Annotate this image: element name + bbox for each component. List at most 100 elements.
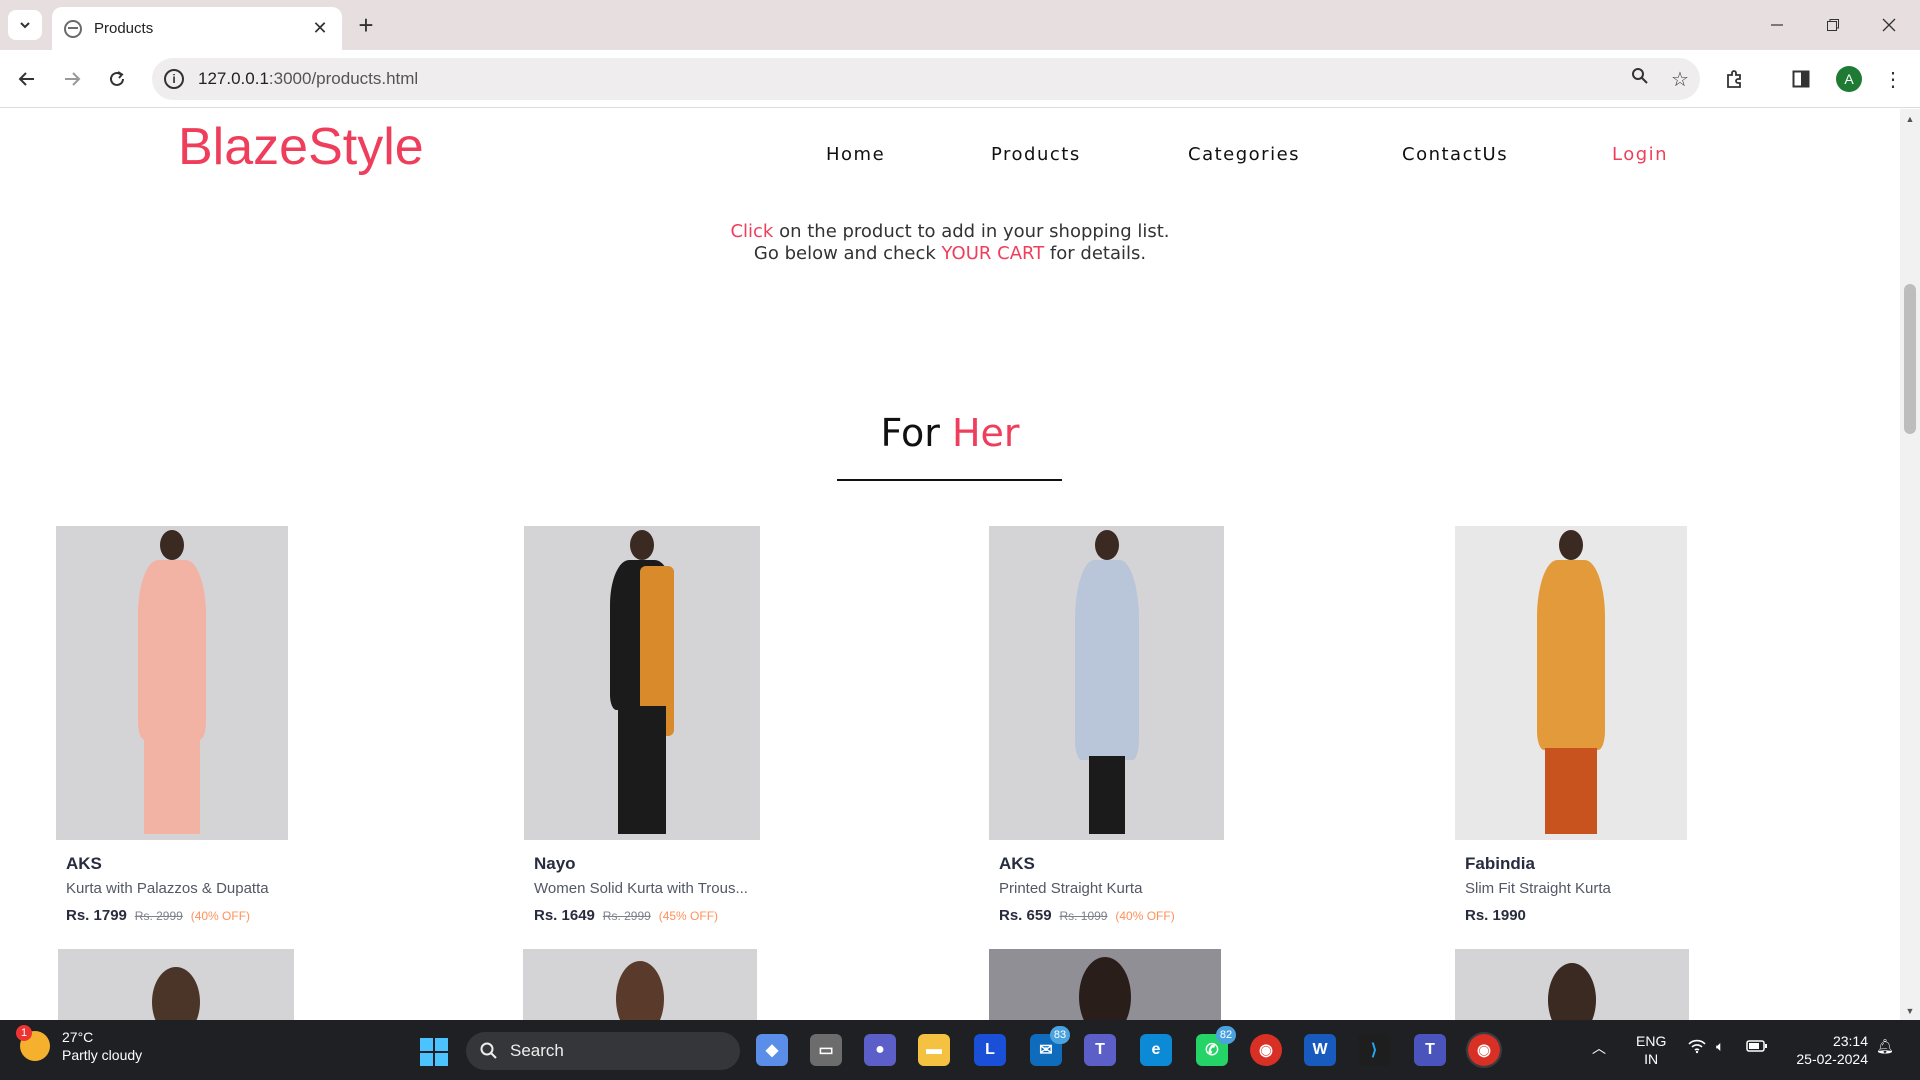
language-indicator[interactable]: ENG IN — [1636, 1032, 1666, 1068]
shopping-instructions: Click on the product to add in your shop… — [0, 221, 1900, 265]
launcher-l-icon[interactable]: L — [974, 1034, 1006, 1066]
language-line-2: IN — [1644, 1051, 1659, 1067]
nav-categories-link[interactable]: Categories — [1188, 144, 1300, 165]
new-tab-button[interactable]: + — [352, 12, 380, 40]
restore-button[interactable] — [1810, 10, 1856, 40]
teams-icon[interactable]: T — [1084, 1034, 1116, 1066]
address-bar[interactable]: i 127.0.0.1:3000/products.html ☆ — [152, 58, 1700, 100]
product-image[interactable] — [56, 526, 288, 840]
nav-home-link[interactable]: Home — [826, 144, 885, 165]
product-card-3[interactable]: AKS Printed Straight Kurta Rs. 659 Rs. 1… — [989, 526, 1224, 924]
scrollbar-thumb[interactable] — [1904, 284, 1916, 434]
clock-date: 25-02-2024 — [1796, 1051, 1868, 1067]
teams-chat-icon[interactable]: ● — [864, 1034, 896, 1066]
back-button[interactable] — [10, 62, 44, 96]
taskbar-search[interactable]: Search — [466, 1032, 740, 1070]
close-window-button[interactable] — [1866, 10, 1912, 40]
clock-time: 23:14 — [1832, 1033, 1868, 1049]
product-image[interactable] — [1455, 949, 1689, 1021]
tab-title: Products — [94, 20, 154, 37]
clock[interactable]: 23:14 25-02-2024 — [1788, 1032, 1868, 1068]
weather-badge: 1 — [16, 1025, 32, 1041]
reload-button[interactable] — [100, 62, 134, 96]
scroll-up-arrow-icon[interactable]: ▲ — [1900, 109, 1920, 129]
site-info-icon[interactable]: i — [164, 69, 184, 89]
minimize-icon — [1771, 24, 1783, 26]
product-image[interactable] — [523, 949, 757, 1021]
file-explorer-icon[interactable]: ▬ — [918, 1034, 950, 1066]
product-card-7[interactable] — [989, 949, 1221, 1021]
product-image[interactable] — [1455, 526, 1687, 840]
browser-tab-products[interactable]: Products ✕ — [52, 7, 342, 50]
product-brand: Nayo — [534, 854, 576, 873]
word-icon[interactable]: W — [1304, 1034, 1336, 1066]
bookmark-star-icon[interactable]: ☆ — [1660, 67, 1700, 92]
edge-icon[interactable]: e — [1140, 1034, 1172, 1066]
model-figure — [602, 526, 682, 840]
profile-button[interactable]: A — [1832, 62, 1866, 96]
battery-icon[interactable] — [1746, 1039, 1768, 1056]
weather-temperature: 27°C — [62, 1029, 94, 1045]
instruction-line-2-end: for details. — [1044, 243, 1147, 264]
scroll-down-arrow-icon[interactable]: ▼ — [1900, 1001, 1920, 1021]
main-navigation: Home Products Categories ContactUs Login — [0, 144, 1900, 174]
product-mrp: Rs. 1099 — [1059, 909, 1108, 923]
product-image[interactable] — [524, 526, 760, 840]
mail-badge: 83 — [1050, 1026, 1070, 1044]
side-panel-icon[interactable] — [1784, 62, 1818, 96]
your-cart-highlight: YOUR CART — [941, 243, 1045, 264]
product-card-4[interactable]: Fabindia Slim Fit Straight Kurta Rs. 199… — [1455, 526, 1687, 924]
product-card-5[interactable] — [58, 949, 294, 1021]
reload-icon — [110, 71, 124, 86]
product-card-8[interactable] — [1455, 949, 1689, 1021]
close-tab-icon[interactable]: ✕ — [310, 18, 330, 39]
forward-button[interactable] — [55, 62, 89, 96]
nav-login-link[interactable]: Login — [1612, 144, 1668, 165]
extensions-icon[interactable] — [1718, 62, 1752, 96]
weather-description: Partly cloudy — [62, 1047, 143, 1063]
chrome-active-icon[interactable]: ◉ — [1466, 1032, 1502, 1068]
whatsapp-icon[interactable]: ✆ 82 — [1196, 1026, 1236, 1066]
teams-new-icon[interactable]: T — [1414, 1034, 1446, 1066]
product-image[interactable] — [58, 949, 294, 1021]
product-price: Rs. 1649 — [534, 907, 595, 924]
nav-contactus-link[interactable]: ContactUs — [1402, 144, 1508, 165]
arrow-left-icon — [18, 72, 34, 86]
more-menu-icon[interactable]: ⋮ — [1876, 62, 1910, 96]
model-figure — [132, 526, 212, 840]
section-title-main: For — [880, 411, 952, 455]
page-scrollbar[interactable]: ▲ ▼ — [1900, 109, 1920, 1021]
product-brand: Fabindia — [1465, 854, 1535, 873]
weather-widget[interactable]: 1 27°C Partly cloudy — [16, 1025, 143, 1064]
url-host: 127.0.0.1 — [198, 69, 269, 88]
task-view-icon[interactable]: ▭ — [810, 1034, 842, 1066]
product-brand: AKS — [66, 854, 102, 873]
windows-taskbar: 1 27°C Partly cloudy Search ◆ ▭ ● ▬ L ✉ … — [0, 1020, 1920, 1080]
product-description: Slim Fit Straight Kurta — [1465, 880, 1611, 897]
product-card-1[interactable]: AKS Kurta with Palazzos & Dupatta Rs. 17… — [56, 526, 288, 924]
product-card-6[interactable] — [523, 949, 757, 1021]
nav-products-link[interactable]: Products — [991, 144, 1081, 165]
vscode-icon[interactable]: ⟩ — [1358, 1034, 1390, 1066]
product-image[interactable] — [989, 949, 1221, 1021]
show-hidden-icons-icon[interactable]: ︿ — [1592, 1038, 1606, 1058]
product-description: Women Solid Kurta with Trous... — [534, 880, 748, 897]
url-text[interactable]: 127.0.0.1:3000/products.html — [198, 69, 1620, 89]
notification-bell-icon[interactable]: 🔔︎ — [1876, 1038, 1894, 1055]
instruction-line-1-text: on the product to add in your shopping l… — [773, 221, 1170, 242]
price-row: Rs. 1990 — [1465, 907, 1687, 924]
copilot-icon[interactable]: ◆ — [756, 1034, 788, 1066]
model-figure — [1531, 526, 1611, 840]
chrome-icon[interactable]: ◉ — [1250, 1034, 1282, 1066]
zoom-icon[interactable] — [1620, 67, 1660, 91]
tab-search-button[interactable] — [8, 10, 42, 40]
minimize-button[interactable] — [1754, 10, 1800, 40]
taskbar-search-label: Search — [510, 1041, 564, 1060]
mail-icon[interactable]: ✉ 83 — [1030, 1026, 1070, 1066]
url-path: :3000/products.html — [268, 69, 419, 88]
volume-icon[interactable]: 🔈︎ — [1716, 1038, 1724, 1055]
product-card-2[interactable]: Nayo Women Solid Kurta with Trous... Rs.… — [524, 526, 760, 924]
product-image[interactable] — [989, 526, 1224, 840]
start-button[interactable] — [420, 1038, 448, 1066]
wifi-icon[interactable] — [1688, 1038, 1706, 1057]
